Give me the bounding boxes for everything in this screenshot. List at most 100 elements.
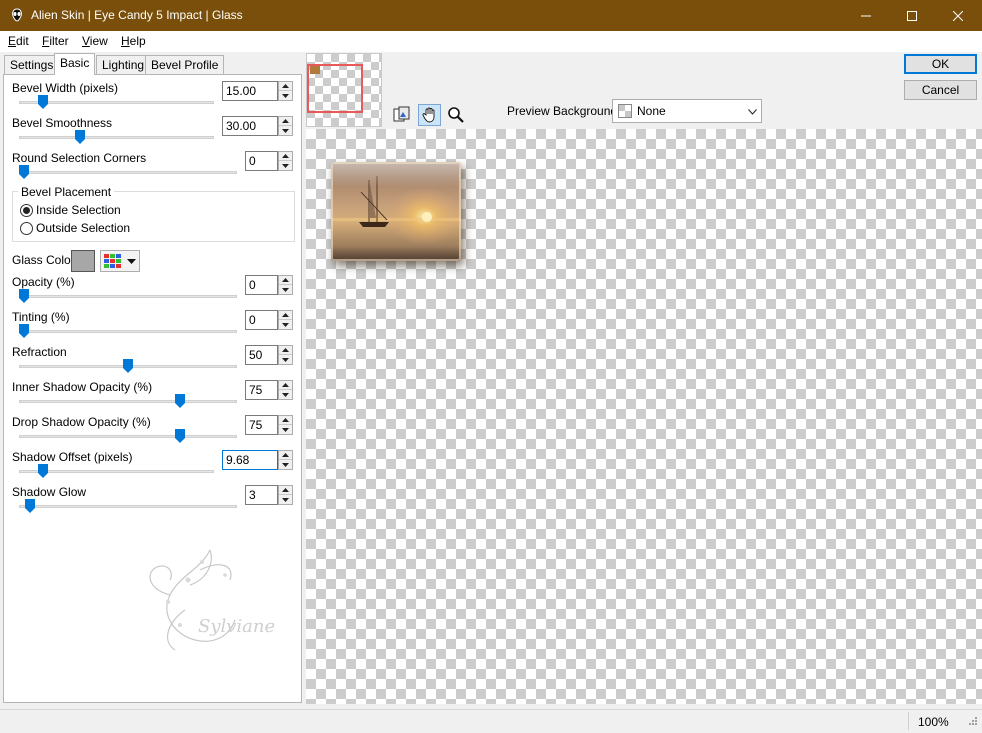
menu-edit-mnemonic: E [8, 34, 17, 48]
spin-up-icon[interactable] [279, 82, 292, 91]
zoom-level: 100% [918, 715, 949, 729]
tab-basic[interactable]: Basic [54, 53, 96, 75]
drop-shadow-opacity-arrows[interactable] [278, 415, 293, 435]
shadow-offset-arrows[interactable] [278, 450, 293, 470]
shadow-glow-track [19, 505, 237, 508]
inner-shadow-opacity-slider[interactable] [175, 394, 185, 408]
bevel-smoothness-input[interactable]: 30.00 [222, 116, 278, 136]
ok-button[interactable]: OK [904, 54, 977, 74]
shadow-offset-input[interactable]: 9.68 [222, 450, 278, 470]
close-icon [953, 10, 963, 21]
resize-grip-icon[interactable] [966, 716, 978, 728]
transparency-icon [618, 104, 632, 118]
preview-background-select[interactable]: None [612, 99, 762, 123]
bevel-width-arrows[interactable] [278, 81, 293, 101]
round-corners-track [19, 171, 237, 174]
menu-filter[interactable]: Filter [42, 34, 69, 48]
bevel-smoothness-label: Bevel Smoothness [12, 116, 113, 130]
inside-selection-label[interactable]: Inside Selection [36, 203, 121, 217]
spin-down-icon[interactable] [279, 126, 292, 135]
spin-down-icon[interactable] [279, 355, 292, 364]
title-bar: Alien Skin | Eye Candy 5 Impact | Glass [0, 0, 982, 31]
zoom-tool-button[interactable] [444, 104, 467, 126]
menu-help[interactable]: Help [121, 34, 146, 48]
spin-down-icon[interactable] [279, 495, 292, 504]
close-button[interactable] [935, 0, 981, 31]
bevel-smoothness-slider[interactable] [74, 130, 85, 144]
bevel-width-slider[interactable] [37, 95, 48, 109]
round-corners-arrows[interactable] [278, 151, 293, 171]
navigator-view-rect[interactable] [307, 64, 363, 113]
window-title: Alien Skin | Eye Candy 5 Impact | Glass [31, 8, 243, 22]
spin-down-icon[interactable] [279, 161, 292, 170]
minimize-button[interactable] [843, 0, 889, 31]
shadow-offset-slider[interactable] [37, 464, 48, 478]
inner-shadow-opacity-input[interactable]: 75 [245, 380, 278, 400]
inner-shadow-opacity-track [19, 400, 237, 403]
shadow-offset-spinner: 9.68 [222, 450, 293, 470]
inside-selection-radio[interactable] [20, 204, 33, 217]
toggle-preview-button[interactable] [390, 104, 413, 126]
spin-up-icon[interactable] [279, 486, 292, 495]
inner-shadow-opacity-spinner: 75 [245, 380, 293, 400]
spin-up-icon[interactable] [279, 276, 292, 285]
outside-selection-radio[interactable] [20, 222, 33, 235]
spin-down-icon[interactable] [279, 390, 292, 399]
spin-up-icon[interactable] [279, 346, 292, 355]
glass-color-label: Glass Color [12, 253, 75, 267]
refraction-input[interactable]: 50 [245, 345, 278, 365]
drop-shadow-opacity-input[interactable]: 75 [245, 415, 278, 435]
drop-shadow-opacity-label: Drop Shadow Opacity (%) [12, 415, 151, 429]
spin-up-icon[interactable] [279, 451, 292, 460]
glass-color-swatch[interactable] [71, 250, 95, 272]
tinting-input[interactable]: 0 [245, 310, 278, 330]
spin-down-icon[interactable] [279, 425, 292, 434]
spin-up-icon[interactable] [279, 311, 292, 320]
drop-shadow-opacity-slider[interactable] [175, 429, 185, 443]
round-corners-input[interactable]: 0 [245, 151, 278, 171]
menu-help-mnemonic: H [121, 34, 130, 48]
spin-down-icon[interactable] [279, 91, 292, 100]
round-corners-slider[interactable] [19, 165, 29, 179]
bevel-width-input[interactable]: 15.00 [222, 81, 278, 101]
tinting-slider[interactable] [19, 324, 29, 338]
round-corners-label: Round Selection Corners [12, 151, 147, 165]
shadow-glow-slider[interactable] [25, 499, 36, 513]
spin-up-icon[interactable] [279, 117, 292, 126]
inner-shadow-opacity-arrows[interactable] [278, 380, 293, 400]
shadow-offset-label: Shadow Offset (pixels) [12, 450, 133, 464]
tab-lighting[interactable]: Lighting [96, 55, 151, 74]
maximize-button[interactable] [889, 0, 935, 31]
spin-up-icon[interactable] [279, 416, 292, 425]
spin-up-icon[interactable] [279, 381, 292, 390]
refraction-arrows[interactable] [278, 345, 293, 365]
status-bar [0, 709, 982, 733]
refraction-slider[interactable] [123, 359, 133, 373]
spin-up-icon[interactable] [279, 152, 292, 161]
hand-tool-button[interactable] [418, 104, 441, 126]
preview-background-label: Preview Background: [507, 104, 621, 118]
refraction-spinner: 50 [245, 345, 293, 365]
outside-selection-label[interactable]: Outside Selection [36, 221, 130, 235]
opacity-slider[interactable] [19, 289, 29, 303]
menu-filter-label: ilter [49, 34, 69, 48]
spin-down-icon[interactable] [279, 285, 292, 294]
bevel-smoothness-spinner: 30.00 [222, 116, 293, 136]
tab-bevel-profile[interactable]: Bevel Profile [145, 55, 225, 74]
tab-settings[interactable]: Settings [4, 55, 60, 74]
bevel-placement-label: Bevel Placement [18, 185, 115, 199]
shadow-glow-input[interactable]: 3 [245, 485, 278, 505]
spin-down-icon[interactable] [279, 460, 292, 469]
opacity-input[interactable]: 0 [245, 275, 278, 295]
drop-shadow-opacity-spinner: 75 [245, 415, 293, 435]
menu-edit[interactable]: Edit [8, 34, 29, 48]
tinting-arrows[interactable] [278, 310, 293, 330]
opacity-arrows[interactable] [278, 275, 293, 295]
shadow-glow-arrows[interactable] [278, 485, 293, 505]
menu-view[interactable]: View [82, 34, 108, 48]
color-picker-button[interactable] [100, 250, 140, 272]
tinting-spinner: 0 [245, 310, 293, 330]
cancel-button[interactable]: Cancel [904, 80, 977, 100]
spin-down-icon[interactable] [279, 320, 292, 329]
bevel-smoothness-arrows[interactable] [278, 116, 293, 136]
